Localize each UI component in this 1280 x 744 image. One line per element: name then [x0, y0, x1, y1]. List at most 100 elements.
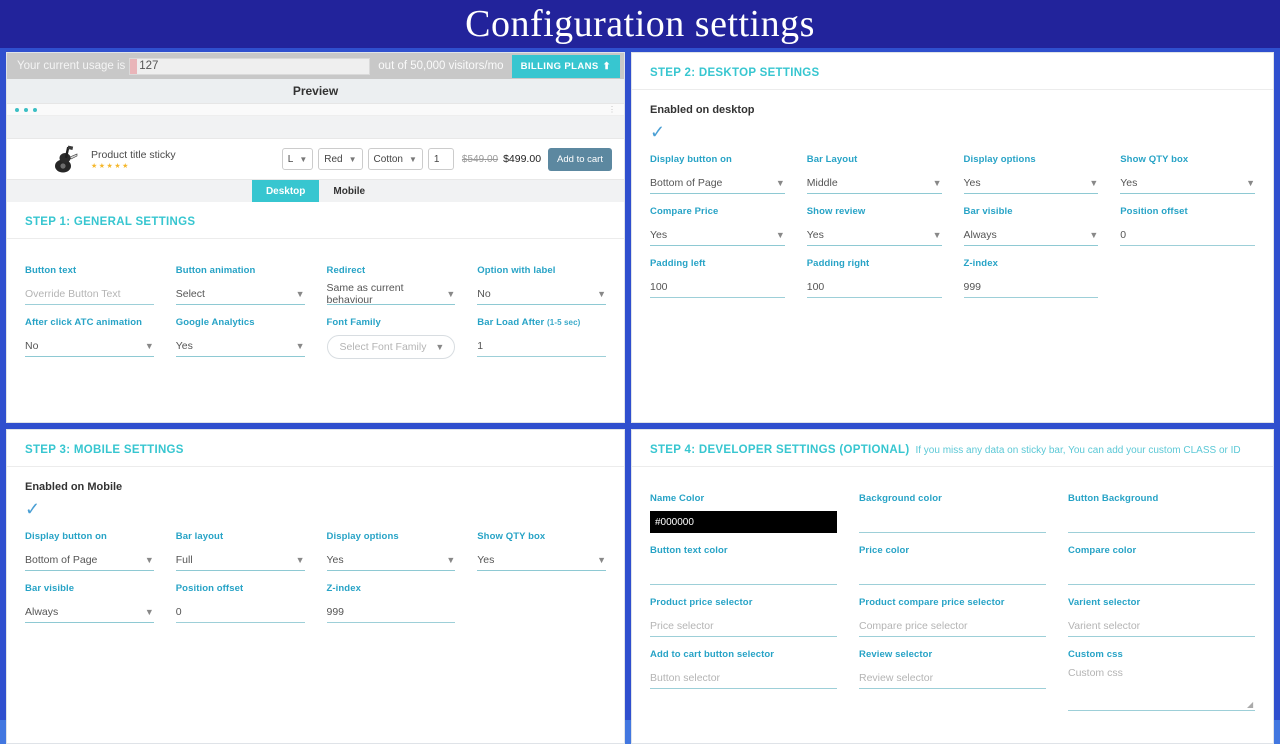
enabled-on-desktop-checkmark-icon[interactable]: ✓: [650, 122, 1255, 142]
field-value: Review selector: [859, 671, 934, 684]
redirect-select[interactable]: Same as current behaviour ▼: [326, 282, 456, 306]
chevron-down-icon: ▼: [775, 177, 785, 188]
field-label: Show QTY box: [477, 531, 546, 542]
step3-fields: Enabled on Mobile ✓ Display button on Bo…: [7, 467, 624, 623]
field-product-price-selector: Product price selector Price selector: [650, 597, 837, 637]
button-animation-select[interactable]: Select ▼: [175, 283, 305, 305]
step4-title: STEP 4: DEVELOPER SETTINGS (OPTIONAL): [650, 444, 910, 456]
desktop-position-offset-input[interactable]: 0: [1120, 224, 1255, 246]
step1-fields: Button text Override Button Text Button …: [7, 239, 624, 359]
product-compare-price-selector-input[interactable]: Compare price selector: [859, 615, 1046, 637]
field-button-background: Button Background: [1068, 493, 1255, 533]
enabled-on-mobile-checkmark-icon[interactable]: ✓: [25, 499, 606, 519]
field-value: No: [477, 287, 491, 300]
chevron-down-icon: ▼: [597, 554, 606, 565]
window-dots-icon: [15, 107, 37, 112]
field-label: Display options: [326, 531, 399, 542]
field-value: 999: [326, 605, 345, 618]
add-to-cart-button-selector-input[interactable]: Button selector: [650, 667, 837, 689]
field-product-compare-price-selector: Product compare price selector Compare p…: [859, 597, 1046, 637]
variant-select-color[interactable]: Red ▼: [318, 148, 363, 170]
mobile-position-offset-input[interactable]: 0: [175, 601, 305, 623]
row-spacer: [477, 583, 606, 623]
desktop-show-review-select[interactable]: Yes ▼: [806, 224, 942, 246]
price-color-input[interactable]: [859, 563, 1046, 585]
app-stage: Your current usage is 127 out of 50,000 …: [0, 48, 1280, 744]
button-text-input[interactable]: Override Button Text: [25, 283, 154, 305]
google-analytics-select[interactable]: Yes ▼: [175, 335, 305, 357]
desktop-z-index-input[interactable]: 999: [963, 276, 1099, 298]
chevron-down-icon: ▼: [295, 554, 305, 565]
custom-css-textarea[interactable]: Custom css ◢: [1068, 667, 1255, 711]
chrome-menu-icon[interactable]: ⋮: [608, 105, 616, 114]
quantity-input[interactable]: 1: [427, 148, 454, 170]
field-value: Custom css: [1068, 667, 1123, 679]
desktop-display-button-on-select[interactable]: Bottom of Page ▼: [650, 172, 785, 194]
field-compare-price: Compare Price Yes ▼: [650, 206, 785, 246]
field-price-color: Price color: [859, 545, 1046, 585]
mobile-z-index-input[interactable]: 999: [326, 601, 456, 623]
field-label: Button text: [25, 265, 77, 276]
variant-select-size[interactable]: L ▼: [281, 148, 314, 170]
review-selector-input[interactable]: Review selector: [859, 667, 1046, 689]
compare-color-input[interactable]: [1068, 563, 1255, 585]
mobile-show-qty-box-select[interactable]: Yes ▼: [477, 549, 606, 571]
field-label: After click ATC animation: [25, 317, 143, 328]
mobile-bar-layout-select[interactable]: Full ▼: [175, 549, 305, 571]
desktop-padding-left-input[interactable]: 100: [650, 276, 785, 298]
button-text-color-input[interactable]: [650, 563, 837, 585]
field-value: Button selector: [650, 671, 721, 684]
field-mobile-show-qty-box: Show QTY box Yes ▼: [477, 531, 606, 571]
step4-header: STEP 4: DEVELOPER SETTINGS (OPTIONAL) If…: [632, 430, 1273, 467]
product-title: Product title sticky: [91, 148, 176, 161]
desktop-padding-right-input[interactable]: 100: [806, 276, 942, 298]
field-z-index: Z-index 999: [963, 258, 1099, 298]
bar-load-after-input[interactable]: 1: [477, 335, 606, 357]
tab-desktop[interactable]: Desktop: [251, 180, 320, 202]
option-with-label-select[interactable]: No ▼: [477, 283, 606, 305]
chevron-down-icon: ▼: [144, 606, 154, 617]
variant-select-material[interactable]: Cotton ▼: [367, 148, 423, 170]
product-meta: Product title sticky ★★★★★: [91, 149, 176, 170]
varient-selector-input[interactable]: Varient selector: [1068, 615, 1255, 637]
chevron-down-icon: ▼: [446, 554, 456, 565]
background-color-input[interactable]: [859, 511, 1046, 533]
field-value: Yes: [326, 553, 344, 566]
desktop-show-qty-box-select[interactable]: Yes ▼: [1120, 172, 1255, 194]
field-mobile-display-button-on: Display button on Bottom of Page ▼: [25, 531, 154, 571]
field-button-text-color: Button text color: [650, 545, 837, 585]
billing-plans-button[interactable]: BILLING PLANS ⬆: [511, 54, 620, 78]
name-color-input[interactable]: #000000: [650, 511, 837, 533]
step1-header: STEP 1: GENERAL SETTINGS: [7, 202, 624, 239]
after-click-atc-animation-select[interactable]: No ▼: [25, 335, 154, 357]
compare-price: $549.00: [461, 153, 499, 165]
desktop-bar-layout-select[interactable]: Middle ▼: [806, 172, 942, 194]
resize-grip-icon[interactable]: ◢: [1247, 701, 1255, 709]
field-bar-load-after: Bar Load After (1-5 sec) 1: [477, 317, 606, 359]
step4-row-2: Button text color Price color Compare co…: [650, 545, 1255, 585]
product-price-selector-input[interactable]: Price selector: [650, 615, 837, 637]
step1-row-2: After click ATC animation No ▼ Google An…: [25, 317, 606, 359]
field-padding-left: Padding left 100: [650, 258, 785, 298]
add-to-cart-button[interactable]: Add to cart: [548, 147, 612, 171]
field-label-sub: (1-5 sec): [547, 318, 581, 327]
mobile-display-options-select[interactable]: Yes ▼: [326, 549, 456, 571]
field-display-button-on: Display button on Bottom of Page ▼: [650, 154, 785, 194]
mobile-bar-visible-select[interactable]: Always ▼: [25, 601, 154, 623]
chevron-down-icon: ▼: [1089, 177, 1099, 188]
rating-stars-icon: ★★★★★: [91, 162, 130, 170]
font-family-select[interactable]: Select Font Family ▼: [326, 335, 456, 359]
field-after-click-atc-animation: After click ATC animation No ▼: [25, 317, 154, 359]
desktop-bar-visible-select[interactable]: Always ▼: [963, 224, 1099, 246]
tab-mobile[interactable]: Mobile: [319, 180, 379, 202]
field-label: Button Background: [1068, 493, 1159, 504]
desktop-display-options-select[interactable]: Yes ▼: [963, 172, 1099, 194]
button-background-input[interactable]: [1068, 511, 1255, 533]
field-label: Display button on: [25, 531, 107, 542]
field-label: Compare color: [1068, 545, 1137, 556]
field-value: Full: [175, 553, 193, 566]
field-mobile-z-index: Z-index 999: [326, 583, 456, 623]
desktop-compare-price-select[interactable]: Yes ▼: [650, 224, 785, 246]
mobile-display-button-on-select[interactable]: Bottom of Page ▼: [25, 549, 154, 571]
panel-mobile-settings: STEP 3: MOBILE SETTINGS Enabled on Mobil…: [6, 429, 625, 744]
